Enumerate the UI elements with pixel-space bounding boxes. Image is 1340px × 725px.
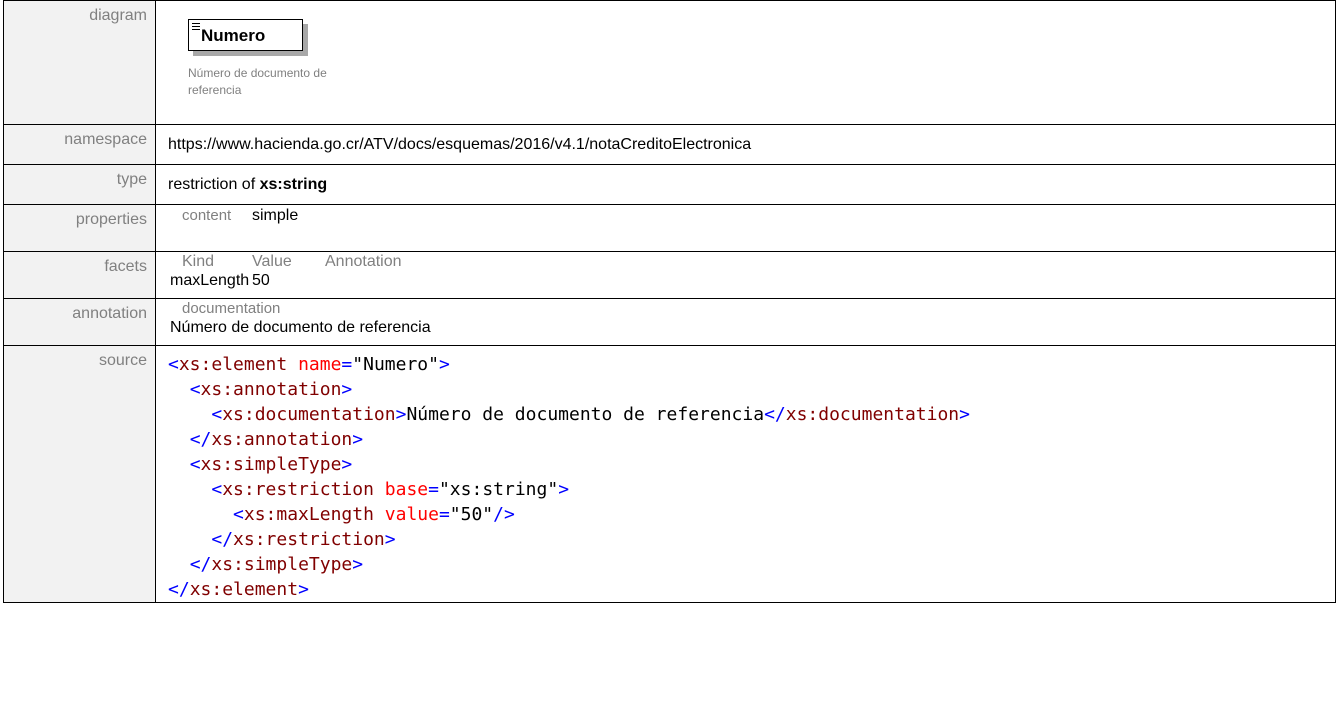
properties-val: simple: [252, 207, 299, 224]
type-row: type restriction of xs:string: [3, 164, 1336, 205]
annotation-head: documentation: [182, 300, 281, 317]
properties-value: content simple: [155, 204, 1336, 252]
source-row: source <xs:element name="Numero"> <xs:an…: [3, 345, 1336, 603]
diagram-label: diagram: [3, 0, 156, 125]
source-label: source: [3, 345, 156, 603]
diagram-annotation: Número de documento de referencia: [188, 66, 327, 97]
type-base[interactable]: xs:string: [260, 176, 328, 193]
properties-label: properties: [3, 204, 156, 252]
annotation-value: documentation Número de documento de ref…: [155, 298, 1336, 346]
facet-kind: maxLength: [170, 272, 250, 289]
diagram-cell: Numero Número de documento de referencia: [155, 0, 1336, 125]
facet-header-value: Value: [252, 253, 292, 270]
annotation-label: annotation: [3, 298, 156, 346]
namespace-row: namespace https://www.hacienda.go.cr/ATV…: [3, 124, 1336, 165]
facets-label: facets: [3, 251, 156, 299]
facet-header-annotation: Annotation: [325, 253, 402, 270]
element-diagram: Numero Número de documento de referencia: [188, 19, 338, 99]
lines-icon: [192, 23, 200, 32]
diagram-row: diagram Numero Número de documento de re…: [3, 0, 1336, 125]
facets-value: Kind Value Annotation maxLength 50: [155, 251, 1336, 299]
element-name: Numero: [201, 26, 266, 45]
type-value: restriction of xs:string: [155, 164, 1336, 205]
annotation-text: Número de documento de referencia: [170, 319, 431, 336]
facets-row: facets Kind Value Annotation maxLength 5…: [3, 251, 1336, 299]
annotation-row: annotation documentation Número de docum…: [3, 298, 1336, 346]
type-label: type: [3, 164, 156, 205]
namespace-label: namespace: [3, 124, 156, 165]
source-code: <xs:element name="Numero"> <xs:annotatio…: [168, 354, 970, 600]
source-value: <xs:element name="Numero"> <xs:annotatio…: [155, 345, 1336, 603]
facet-header-kind: Kind: [182, 253, 215, 270]
properties-row: properties content simple: [3, 204, 1336, 252]
properties-key: content: [182, 207, 232, 224]
facets-table: Kind Value Annotation maxLength 50: [168, 252, 1335, 290]
element-doc-table: diagram Numero Número de documento de re…: [3, 0, 1336, 603]
namespace-value: https://www.hacienda.go.cr/ATV/docs/esqu…: [155, 124, 1336, 165]
element-box[interactable]: Numero: [188, 19, 303, 51]
type-prefix: restriction of: [168, 175, 260, 193]
facet-value: 50: [252, 272, 270, 289]
